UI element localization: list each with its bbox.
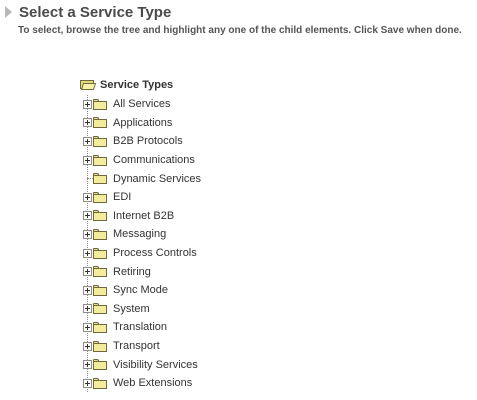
tree-node-label[interactable]: System bbox=[113, 303, 150, 315]
folder-icon bbox=[93, 228, 107, 240]
folder-icon bbox=[93, 191, 107, 203]
tree-node-edi[interactable]: EDI bbox=[80, 188, 340, 207]
tree-root[interactable]: Service Types bbox=[80, 76, 340, 93]
expand-plus-icon[interactable] bbox=[83, 211, 92, 221]
expand-plus-icon[interactable] bbox=[83, 118, 92, 128]
folder-icon bbox=[93, 284, 107, 296]
tree-node-label[interactable]: All Services bbox=[113, 98, 170, 110]
expand-plus-icon[interactable] bbox=[83, 229, 92, 239]
expand-plus-icon[interactable] bbox=[83, 192, 92, 202]
tree-node-label[interactable]: Sync Mode bbox=[113, 284, 168, 296]
tree-node-system[interactable]: System bbox=[80, 300, 340, 319]
tree-node-label[interactable]: Communications bbox=[113, 154, 195, 166]
folder-icon bbox=[93, 266, 107, 278]
tree-node-translation[interactable]: Translation bbox=[80, 318, 340, 337]
expand-plus-icon[interactable] bbox=[83, 267, 92, 277]
folder-icon bbox=[93, 247, 107, 259]
tree-node-sync-mode[interactable]: Sync Mode bbox=[80, 281, 340, 300]
tree-node-messaging[interactable]: Messaging bbox=[80, 225, 340, 244]
folder-icon bbox=[93, 359, 107, 371]
folder-icon bbox=[93, 154, 107, 166]
folder-icon bbox=[93, 135, 107, 147]
section-arrow-icon bbox=[5, 6, 12, 18]
folder-icon bbox=[93, 340, 107, 352]
tree-node-communications[interactable]: Communications bbox=[80, 151, 340, 170]
expand-plus-icon[interactable] bbox=[83, 341, 92, 351]
page-header: Select a Service Type To select, browse … bbox=[4, 3, 474, 36]
expand-plus-icon[interactable] bbox=[83, 378, 92, 388]
expand-plus-icon[interactable] bbox=[83, 322, 92, 332]
tree-node-all-services[interactable]: All Services bbox=[80, 95, 340, 114]
tree-children: All Services Applications B2B Protocols … bbox=[80, 95, 340, 393]
title-row: Select a Service Type bbox=[4, 3, 474, 21]
tree-root-label: Service Types bbox=[100, 78, 174, 91]
open-folder-icon bbox=[80, 79, 97, 90]
expand-plus-icon[interactable] bbox=[83, 248, 92, 258]
folder-icon bbox=[93, 210, 107, 222]
expand-plus-icon[interactable] bbox=[83, 360, 92, 370]
folder-icon bbox=[93, 117, 107, 129]
tree-node-label[interactable]: Translation bbox=[113, 321, 167, 333]
tree-node-visibility-services[interactable]: Visibility Services bbox=[80, 355, 340, 374]
page-title: Select a Service Type bbox=[19, 3, 172, 21]
tree-node-web-extensions[interactable]: Web Extensions bbox=[80, 374, 340, 393]
tree-node-label[interactable]: B2B Protocols bbox=[113, 135, 183, 147]
tree-node-label[interactable]: Transport bbox=[113, 340, 160, 352]
tree-node-retiring[interactable]: Retiring bbox=[80, 262, 340, 281]
folder-icon bbox=[93, 173, 107, 185]
tree-node-label[interactable]: Retiring bbox=[113, 266, 151, 278]
tree-node-transport[interactable]: Transport bbox=[80, 337, 340, 356]
expand-plus-icon[interactable] bbox=[83, 136, 92, 146]
folder-icon bbox=[93, 377, 107, 389]
tree-node-label[interactable]: Internet B2B bbox=[113, 210, 174, 222]
service-type-tree: Service Types All Services Applications … bbox=[80, 76, 340, 393]
expand-plus-icon[interactable] bbox=[83, 99, 92, 109]
tree-node-process-controls[interactable]: Process Controls bbox=[80, 244, 340, 263]
tree-node-label[interactable]: Web Extensions bbox=[113, 377, 192, 389]
tree-connector bbox=[83, 174, 93, 183]
tree-node-dynamic-services[interactable]: Dynamic Services bbox=[80, 169, 340, 188]
tree-node-label[interactable]: Applications bbox=[113, 117, 172, 129]
expand-plus-icon[interactable] bbox=[83, 304, 92, 314]
tree-node-applications[interactable]: Applications bbox=[80, 114, 340, 133]
tree-node-label[interactable]: Messaging bbox=[113, 228, 166, 240]
instructions-text: To select, browse the tree and highlight… bbox=[18, 25, 462, 36]
expand-plus-icon[interactable] bbox=[83, 285, 92, 295]
tree-node-b2b-protocols[interactable]: B2B Protocols bbox=[80, 132, 340, 151]
folder-icon bbox=[93, 303, 107, 315]
tree-node-label[interactable]: Dynamic Services bbox=[113, 173, 201, 185]
tree-node-label[interactable]: Visibility Services bbox=[113, 359, 198, 371]
folder-icon bbox=[93, 321, 107, 333]
folder-icon bbox=[93, 98, 107, 110]
tree-node-label[interactable]: Process Controls bbox=[113, 247, 197, 259]
tree-node-label[interactable]: EDI bbox=[113, 191, 131, 203]
expand-plus-icon[interactable] bbox=[83, 155, 92, 165]
tree-node-internet-b2b[interactable]: Internet B2B bbox=[80, 207, 340, 226]
